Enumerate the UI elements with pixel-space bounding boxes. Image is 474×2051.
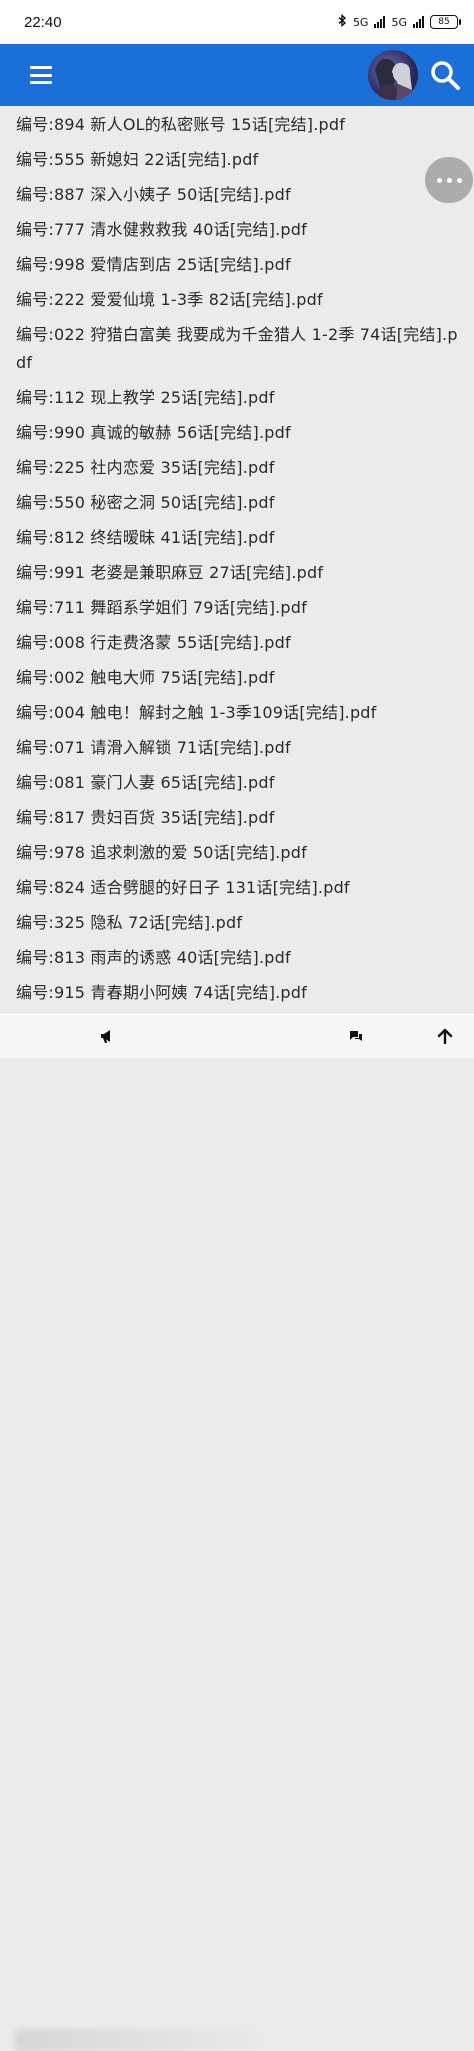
list-item[interactable]: 编号:817 贵妇百货 35话[完结].pdf [0, 804, 474, 832]
list-item[interactable]: 编号:222 爱爱仙境 1-3季 82话[完结].pdf [0, 286, 474, 314]
list-item[interactable]: 编号:008 行走费洛蒙 55话[完结].pdf [0, 629, 474, 657]
list-item[interactable]: 编号:991 老婆是兼职麻豆 27话[完结].pdf [0, 559, 474, 587]
search-icon[interactable] [428, 58, 462, 92]
bluetooth-icon [337, 14, 347, 30]
list-item[interactable]: 编号:813 雨声的诱惑 40话[完结].pdf [0, 944, 474, 972]
chat-icon[interactable] [345, 1025, 367, 1047]
status-icons: 5G 5G 85 [337, 14, 461, 30]
list-item[interactable]: 编号:915 青春期小阿姨 74话[完结].pdf [0, 979, 474, 1007]
list-item[interactable]: 编号:978 追求刺激的爱 50话[完结].pdf [0, 839, 474, 867]
arrow-up-icon[interactable] [434, 1025, 456, 1047]
status-bar: 22:40 5G 5G 85 [0, 0, 474, 44]
list-item[interactable]: 编号:112 现上教学 25话[完结].pdf [0, 384, 474, 412]
list-item[interactable]: 编号:998 爱情店到店 25话[完结].pdf [0, 251, 474, 279]
menu-icon[interactable] [30, 66, 52, 84]
list-item[interactable]: 编号:071 请滑入解锁 71话[完结].pdf [0, 734, 474, 762]
network-label-2: 5G [391, 15, 407, 29]
list-item[interactable]: 编号:550 秘密之洞 50话[完结].pdf [0, 489, 474, 517]
list-item[interactable]: 编号:002 触电大师 75话[完结].pdf [0, 664, 474, 692]
list-item[interactable]: 编号:022 狩猎白富美 我要成为千金猎人 1-2季 74话[完结].pdf [0, 321, 474, 377]
bottom-bar [0, 1012, 474, 2051]
network-label-1: 5G [352, 15, 369, 29]
list-item[interactable]: 编号:555 新媳妇 22话[完结].pdf [0, 146, 474, 174]
avatar[interactable] [368, 50, 418, 100]
signal-icon-1 [374, 16, 386, 28]
list-item[interactable]: 编号:990 真诚的敏赫 56话[完结].pdf [0, 419, 474, 447]
signal-icon-2 [413, 16, 424, 28]
megaphone-icon[interactable] [96, 1025, 118, 1047]
list-item[interactable]: 编号:004 触电！解封之触 1-3季109话[完结].pdf [0, 699, 474, 727]
app-bar [0, 44, 474, 106]
more-horizontal-icon[interactable] [425, 157, 473, 203]
list-item[interactable]: 编号:887 深入小姨子 50话[完结].pdf [0, 181, 474, 209]
blurred-overlay [14, 2029, 264, 2051]
battery-icon: 85 [430, 15, 461, 29]
list-item[interactable]: 编号:081 豪门人妻 65话[完结].pdf [0, 769, 474, 797]
list-item[interactable]: 编号:325 隐私 72话[完结].pdf [0, 909, 474, 937]
list-item[interactable]: 编号:812 终结暧昧 41话[完结].pdf [0, 524, 474, 552]
status-time: 22:40 [24, 13, 62, 31]
list-item[interactable]: 编号:225 社内恋爱 35话[完结].pdf [0, 454, 474, 482]
list-item[interactable]: 编号:711 舞蹈系学姐们 79话[完结].pdf [0, 594, 474, 622]
file-list: 编号:894 新人OL的私密账号 15话[完结].pdf 编号:555 新媳妇 2… [0, 106, 474, 1012]
list-item[interactable]: 编号:777 清水健救救我 40话[完结].pdf [0, 216, 474, 244]
list-item[interactable]: 编号:894 新人OL的私密账号 15话[完结].pdf [0, 111, 474, 139]
list-item[interactable]: 编号:824 适合劈腿的好日子 131话[完结].pdf [0, 874, 474, 902]
